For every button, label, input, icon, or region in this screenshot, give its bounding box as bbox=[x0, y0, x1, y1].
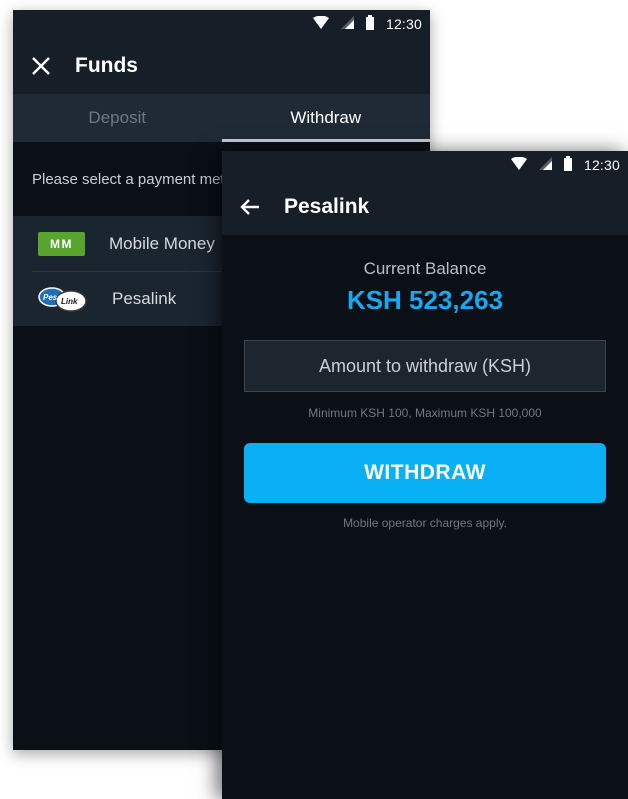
pesalink-logo: Pesa Link bbox=[38, 285, 88, 313]
limits-text: Minimum KSH 100, Maximum KSH 100,000 bbox=[308, 406, 542, 420]
charges-text: Mobile operator charges apply. bbox=[343, 516, 507, 530]
page-title: Pesalink bbox=[284, 195, 370, 218]
status-time: 12:30 bbox=[583, 157, 620, 173]
app-bar: Pesalink bbox=[222, 179, 628, 235]
tab-withdraw[interactable]: Withdraw bbox=[221, 94, 431, 142]
signal-icon bbox=[340, 16, 354, 32]
signal-icon bbox=[538, 157, 552, 173]
svg-text:Link: Link bbox=[61, 297, 78, 306]
balance-label: Current Balance bbox=[363, 259, 487, 278]
back-arrow-icon[interactable] bbox=[238, 195, 262, 219]
withdraw-form: Current Balance KSH 523,263 Minimum KSH … bbox=[222, 235, 628, 530]
status-time: 12:30 bbox=[385, 16, 422, 32]
withdraw-button[interactable]: WITHDRAW bbox=[244, 443, 606, 503]
balance-value: KSH 523,263 bbox=[346, 285, 504, 315]
battery-icon bbox=[563, 156, 572, 174]
status-bar: 12:30 bbox=[13, 10, 430, 38]
mobile-money-logo: MM bbox=[38, 231, 85, 256]
wifi-icon bbox=[510, 156, 527, 173]
method-label: Mobile Money bbox=[109, 233, 215, 253]
amount-input[interactable] bbox=[245, 341, 605, 391]
svg-text:Pesa: Pesa bbox=[43, 293, 62, 302]
tab-bar: Deposit Withdraw bbox=[13, 94, 430, 142]
wifi-icon bbox=[312, 15, 329, 32]
amount-field[interactable] bbox=[244, 340, 606, 392]
pesalink-screen: 12:30 Pesalink Current Balance KSH 523,2… bbox=[222, 151, 628, 799]
app-bar: Funds bbox=[13, 38, 430, 94]
close-icon[interactable] bbox=[29, 54, 53, 78]
method-label: Pesalink bbox=[112, 288, 177, 308]
tab-deposit[interactable]: Deposit bbox=[13, 94, 222, 142]
page-title: Funds bbox=[75, 54, 138, 77]
status-bar: 12:30 bbox=[222, 151, 628, 179]
battery-icon bbox=[365, 15, 374, 33]
